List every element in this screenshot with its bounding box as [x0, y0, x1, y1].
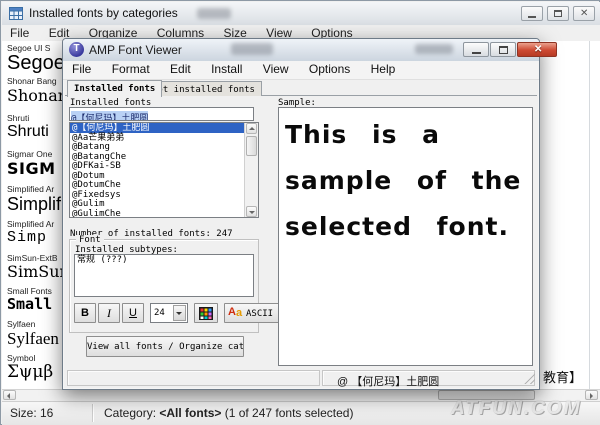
scroll-up-arrow-icon[interactable] [246, 123, 257, 134]
watermark: ATFUN.COM [451, 398, 599, 420]
minimize-button[interactable] [521, 6, 543, 21]
glass-blur-artifact [415, 44, 453, 54]
font-name-input[interactable]: @【何尼玛】土肥圆 [69, 107, 254, 121]
partial-font-name: 教育】 [543, 367, 582, 386]
list-item[interactable]: @DFKai-SB [70, 161, 258, 171]
subtypes-listbox[interactable]: 常规 (???) [74, 254, 254, 297]
menu-options[interactable]: Options [309, 62, 350, 76]
underline-button[interactable]: U [122, 303, 144, 323]
chevron-down-icon[interactable] [173, 305, 186, 321]
status-size: Size: 16 [10, 406, 53, 420]
list-item-selected[interactable]: @【何尼玛】土肥圆 [70, 123, 258, 133]
list-item[interactable]: @Fixedsys [70, 190, 258, 200]
current-font-name: @ 【何尼玛】土肥圆 [337, 373, 439, 389]
ascii-table-button[interactable]: ASCII [224, 303, 280, 323]
tab-not-installed-fonts[interactable]: Not installed fonts [145, 81, 262, 96]
background-titlebar[interactable]: Installed fonts by categories [2, 2, 600, 26]
dialog-title: AMP Font Viewer [89, 43, 182, 57]
character-map-button[interactable] [194, 303, 218, 323]
sample-preview-box[interactable]: This is a sample of the selected font. [278, 107, 533, 366]
minimize-button[interactable] [463, 42, 489, 57]
glass-blur-artifact [197, 8, 231, 19]
menu-view[interactable]: View [263, 62, 289, 76]
maximize-button[interactable] [547, 6, 569, 21]
close-button[interactable] [517, 42, 557, 57]
dialog-statusbar: @ 【何尼玛】土肥圆 [65, 368, 537, 388]
sample-text: This is a sample of the selected font. [285, 112, 526, 250]
list-item[interactable]: @DotumChe [70, 180, 258, 190]
glass-blur-artifact [231, 43, 273, 55]
dialog-menubar: File Format Edit Install View Options He… [63, 61, 539, 80]
ascii-aa-icon [228, 306, 244, 320]
status-pane-left [67, 370, 320, 386]
list-item[interactable]: @Dotum [70, 171, 258, 181]
view-all-fonts-button[interactable]: View all fonts / Organize categor [86, 336, 244, 357]
list-item[interactable]: @BatangChe [70, 152, 258, 162]
dialog-titlebar[interactable]: AMP Font Viewer [63, 39, 539, 61]
tab-installed-fonts[interactable]: Installed fonts [67, 80, 162, 97]
scroll-down-arrow-icon[interactable] [246, 206, 257, 217]
category-suffix: (1 of 247 fonts selected) [221, 406, 353, 420]
subtype-item[interactable]: 常规 (???) [75, 255, 253, 265]
table-grid-icon [9, 7, 23, 20]
font-size-dropdown[interactable]: 24 [150, 303, 188, 323]
menu-install[interactable]: Install [211, 62, 242, 76]
menu-format[interactable]: Format [112, 62, 150, 76]
menu-file[interactable]: File [10, 26, 29, 40]
list-item[interactable]: @Gulim [70, 199, 258, 209]
font-input-selected-text: @【何尼玛】土肥圆 [71, 111, 148, 121]
category-prefix: Category: [104, 406, 159, 420]
ascii-button-label: ASCII [246, 309, 273, 319]
italic-button[interactable]: I [98, 303, 120, 323]
character-map-icon [199, 307, 213, 320]
list-item[interactable]: @Batang [70, 142, 258, 152]
scrollbar-thumb[interactable] [246, 136, 257, 156]
background-window-title: Installed fonts by categories [29, 6, 178, 20]
screen: Installed fonts by categories File Edit … [0, 0, 600, 425]
amp-font-viewer-window: AMP Font Viewer File Format Edit Install… [62, 38, 540, 390]
font-groupbox-legend: Font [76, 235, 104, 245]
list-item[interactable]: @GulimChe [70, 209, 258, 219]
status-category: Category: <All fonts> (1 of 247 fonts se… [104, 406, 353, 420]
list-item[interactable]: @Aa芒果弟弟 [70, 133, 258, 143]
menu-edit[interactable]: Edit [170, 62, 191, 76]
vertical-scrollbar[interactable] [244, 123, 258, 217]
font-size-value: 24 [154, 308, 165, 318]
status-separator [92, 404, 93, 422]
installed-fonts-listbox[interactable]: @【何尼玛】土肥圆 @Aa芒果弟弟 @Batang @BatangChe @DF… [69, 122, 259, 218]
tab-strip: Installed fonts Not installed fonts [65, 79, 537, 96]
bold-button[interactable]: B [74, 303, 96, 323]
maximize-button[interactable] [490, 42, 516, 57]
font-category-list: Segoe UI S Segoe Shonar Bang Shonar B Sh… [4, 41, 64, 389]
amp-app-icon [69, 42, 84, 57]
category-value: <All fonts> [159, 406, 221, 420]
close-button[interactable] [573, 6, 595, 21]
menu-help[interactable]: Help [371, 62, 396, 76]
status-pane-font-name: @ 【何尼玛】土肥圆 [322, 370, 535, 386]
column-divider [589, 41, 590, 389]
scroll-left-arrow-icon[interactable] [3, 390, 16, 400]
menu-file[interactable]: File [72, 62, 91, 76]
